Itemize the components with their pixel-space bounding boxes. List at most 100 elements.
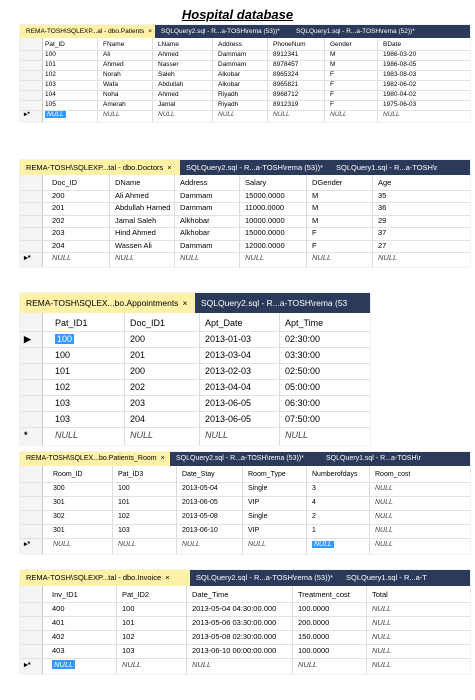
table-cell[interactable]: M (312, 202, 318, 215)
table-cell[interactable]: Saleh (158, 70, 175, 80)
column-header[interactable]: Room_cost (375, 468, 410, 482)
table-cell[interactable]: 02:50:00 (285, 363, 320, 379)
table-cell[interactable]: F (312, 227, 317, 240)
table-cell[interactable]: Ali (103, 50, 110, 60)
close-icon[interactable]: × (182, 298, 187, 308)
table-cell[interactable]: 2013-01-03 (205, 331, 251, 347)
tab-doctors-active[interactable]: REMA-TOSH\SQLEXP...tal - dbo.Doctors × (20, 160, 180, 175)
table-cell[interactable]: 2013-06-05 (182, 496, 218, 510)
table-row[interactable]: * NULL NULL NULL NULL (20, 427, 370, 443)
table-cell[interactable]: NULL (118, 538, 136, 552)
table-cell[interactable]: 103 (55, 395, 70, 411)
table-cell[interactable]: 103 (45, 80, 56, 90)
table-row[interactable]: 103 Wafa Abdullah Alkobar 8965821 F 1982-06-02 (20, 80, 470, 90)
table-cell[interactable]: NULL (248, 538, 266, 552)
table-cell[interactable]: 07:50:00 (285, 411, 320, 427)
table-cell[interactable]: NULL (372, 616, 391, 630)
table-cell[interactable]: 10000.0000 (245, 215, 285, 228)
table-cell[interactable]: Jamal Saleh (115, 215, 156, 228)
table-cell[interactable]: 200 (52, 190, 65, 203)
table-cell[interactable]: 2013-02-03 (205, 363, 251, 379)
column-header[interactable]: Treatment_cost (298, 588, 350, 602)
table-cell[interactable]: 100 (45, 50, 56, 60)
tab-sql-query[interactable]: SQLQuery1.sql - R...a-TOSH\r (320, 452, 470, 466)
table-cell[interactable]: M (330, 50, 335, 60)
table-cell[interactable]: Hind Ahmed (115, 227, 156, 240)
table-cell[interactable]: 36 (378, 202, 386, 215)
tab-sql-query[interactable]: SQLQuery2.sql - R...a-TOSH\rema (53 (195, 293, 370, 313)
column-header[interactable]: Numberofdays (312, 468, 358, 482)
column-header[interactable]: Date_Time (192, 588, 228, 602)
table-cell[interactable]: 1982-06-02 (383, 80, 416, 90)
table-row[interactable]: 103 204 2013-06-05 07:50:00 (20, 411, 370, 427)
table-cell[interactable]: 204 (130, 411, 145, 427)
table-cell[interactable]: 403 (52, 644, 65, 658)
table-row[interactable]: 403 103 2013-06-10 00:00:00.000 100.0000 NUL… (20, 644, 470, 658)
table-cell[interactable]: Single (248, 482, 267, 496)
table-row[interactable]: 200 Ali Ahmed Dammam 15000.0000 M 35 (20, 190, 470, 203)
column-header[interactable]: BDate (383, 40, 401, 50)
table-cell[interactable]: NULL (103, 110, 120, 120)
table-row[interactable]: ▸* NULL NULL NULL NULL NULL NULL NULL (20, 110, 470, 120)
table-cell[interactable]: M (312, 190, 318, 203)
table-cell[interactable]: 203 (52, 227, 65, 240)
table-cell[interactable]: NULL (55, 427, 78, 443)
table-cell[interactable]: 8978457 (273, 60, 298, 70)
table-row[interactable]: 301 101 2013-06-05 VIP 4 NULL (20, 496, 470, 510)
table-cell[interactable]: Alkobar (218, 70, 240, 80)
close-icon[interactable]: × (167, 163, 171, 172)
column-header[interactable]: Pat_ID (45, 40, 65, 50)
table-cell[interactable]: 3 (312, 482, 316, 496)
table-cell[interactable]: 2013-05-06 03:30:00.000 (192, 616, 276, 630)
table-cell[interactable]: 1986-08-05 (383, 60, 416, 70)
table-row[interactable]: 203 Hind Ahmed Alkhobar 15000.0000 F 37 (20, 227, 470, 240)
table-cell[interactable]: 102 (118, 510, 130, 524)
table-row[interactable]: 300 100 2013-05-04 Single 3 NULL (20, 482, 470, 496)
table-row[interactable]: 400 100 2013-05-04 04:30:00.000 100.0000 NUL… (20, 602, 470, 616)
table-row[interactable]: ▸* NULL NULL NULL NULL NULL NULL (20, 252, 470, 265)
table-row[interactable]: 301 103 2013-06-10 VIP 1 NULL (20, 524, 470, 538)
table-cell[interactable]: Dammam (180, 190, 213, 203)
table-cell[interactable]: Riyadh (218, 100, 238, 110)
table-cell[interactable]: 2013-06-10 00:00:00.000 (192, 644, 276, 658)
table-cell[interactable]: Wafa (103, 80, 118, 90)
table-cell[interactable]: 2013-06-10 (182, 524, 218, 538)
table-row[interactable]: 302 102 2013-05-08 Single 2 NULL (20, 510, 470, 524)
table-cell[interactable]: NULL (115, 252, 134, 265)
column-header[interactable]: Doc_ID (52, 177, 77, 190)
table-cell[interactable]: 2013-06-05 (205, 411, 251, 427)
table-cell[interactable]: VIP (248, 496, 259, 510)
table-cell[interactable]: NULL (180, 252, 199, 265)
table-cell[interactable]: 1983-08-03 (383, 70, 416, 80)
column-header[interactable]: Address (218, 40, 242, 50)
table-cell[interactable]: 104 (45, 90, 56, 100)
table-cell[interactable]: NULL (285, 427, 308, 443)
table-cell[interactable]: NULL (218, 110, 235, 120)
table-cell[interactable]: NULL (52, 252, 71, 265)
table-cell[interactable]: Ali Ahmed (115, 190, 149, 203)
table-cell[interactable]: NULL (245, 252, 264, 265)
table-cell[interactable]: Abdullah Hamed (115, 202, 170, 215)
table-cell[interactable]: 1986-03-20 (383, 50, 416, 60)
table-cell[interactable]: Ahmed (158, 90, 179, 100)
table-cell[interactable]: F (330, 80, 334, 90)
table-cell[interactable]: 150.0000 (298, 630, 329, 644)
table-cell[interactable]: 400 (52, 602, 65, 616)
table-cell[interactable]: NULL (375, 538, 393, 552)
table-cell[interactable]: 15000.0000 (245, 227, 285, 240)
table-cell[interactable]: 35 (378, 190, 386, 203)
table-cell[interactable]: 15000.0000 (245, 190, 285, 203)
table-cell[interactable]: Alkhobar (180, 215, 210, 228)
table-cell[interactable]: 4 (312, 496, 316, 510)
table-cell[interactable]: NULL (375, 524, 393, 538)
tab-sql-query[interactable]: SQLQuery1.sql - R...a-TOSH\r (330, 160, 470, 175)
tab-patients-room-active[interactable]: REMA-TOSH\SQLEX...bo.Patients_Room × (20, 452, 170, 466)
table-row[interactable]: 401 101 2013-05-06 03:30:00.000 200.0000 NUL… (20, 616, 470, 630)
column-header[interactable]: Date_Stay (182, 468, 215, 482)
table-cell[interactable]: Nasser (158, 60, 179, 70)
table-cell[interactable]: 2013-03-04 (205, 347, 251, 363)
column-header[interactable]: Room_ID (53, 468, 83, 482)
table-cell[interactable]: F (330, 70, 334, 80)
column-header[interactable]: Pat_ID1 (55, 315, 88, 331)
tab-sql-query[interactable]: SQLQuery1.sql - R...a-TOSH\rema (52))* (290, 25, 470, 38)
